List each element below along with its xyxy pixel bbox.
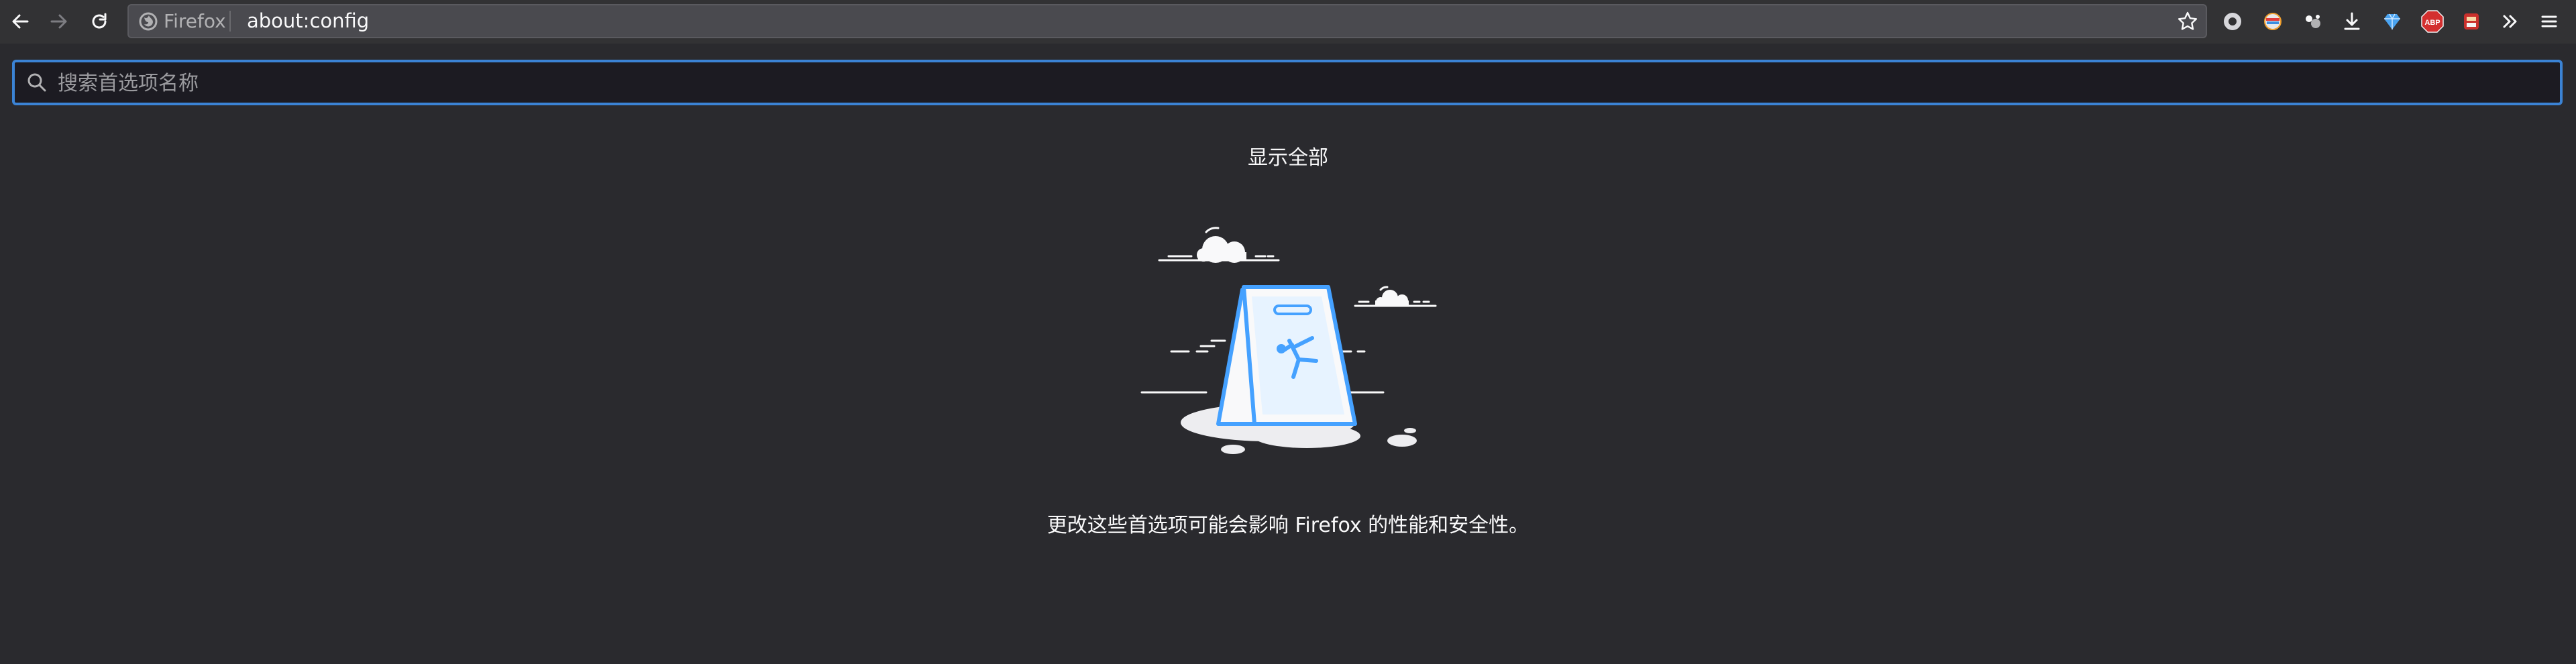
extension-diamond-button[interactable]: [2376, 5, 2408, 38]
circle-extension-icon: [2224, 13, 2241, 30]
stamp-extension-icon: [2464, 13, 2479, 30]
back-button[interactable]: [4, 5, 36, 38]
diamond-extension-icon: [2384, 13, 2400, 30]
extension-ring-button[interactable]: [2257, 5, 2289, 38]
firefox-logo-icon: [139, 12, 158, 30]
star-icon: [2178, 11, 2198, 30]
warning-message: 更改这些首选项可能会影响 Firefox 的性能和安全性。: [1046, 514, 1529, 537]
show-all-button[interactable]: 显示全部: [1221, 142, 1355, 173]
arrow-right-icon: [50, 14, 67, 29]
svg-text:ABP: ABP: [2424, 19, 2440, 27]
reload-button[interactable]: [83, 5, 115, 38]
extension-stamp-button[interactable]: [2455, 5, 2487, 38]
extension-dots-button[interactable]: [2297, 5, 2329, 38]
cloud-right: [1375, 290, 1409, 307]
downloads-button[interactable]: [2336, 5, 2368, 38]
menu-icon: [2541, 15, 2557, 27]
download-icon: [2344, 12, 2360, 30]
abp-extension-icon: ABP: [2421, 10, 2444, 33]
extension-circle-button[interactable]: [2216, 5, 2249, 38]
identity-box[interactable]: Firefox: [138, 5, 226, 37]
browser-toolbar: Firefox about:config ABP: [0, 0, 2576, 44]
preference-search-box[interactable]: [12, 60, 2563, 105]
overflow-chevron-icon: [2503, 15, 2517, 28]
url-text[interactable]: about:config: [247, 5, 369, 37]
reload-icon: [92, 13, 107, 29]
url-bar[interactable]: Firefox about:config: [127, 4, 2207, 38]
identity-label: Firefox: [164, 10, 226, 32]
colorful-ring-extension-icon: [2264, 13, 2282, 30]
search-icon: [28, 73, 46, 92]
caution-sign-illustration: [1140, 227, 1437, 454]
arrow-left-icon: [12, 14, 29, 29]
bookmark-star-button[interactable]: [2172, 5, 2203, 37]
search-input[interactable]: [56, 62, 2541, 104]
cloud-left: [1197, 236, 1246, 263]
forward-button[interactable]: [43, 5, 75, 38]
menu-button[interactable]: [2533, 5, 2565, 38]
overflow-button[interactable]: [2494, 5, 2526, 38]
url-separator: [229, 11, 231, 32]
dots-extension-icon: [2306, 15, 2320, 28]
extension-abp-button[interactable]: ABP: [2416, 5, 2449, 38]
